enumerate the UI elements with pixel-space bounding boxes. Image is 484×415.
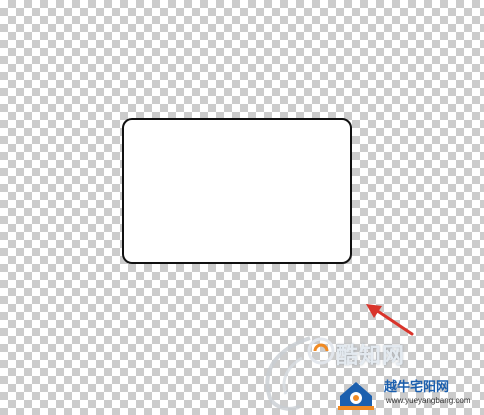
- watermark: 酷知网 越牛宅阳网 www.yueyangbang.com: [265, 318, 484, 415]
- rounded-rectangle-shape[interactable]: [122, 118, 352, 264]
- watermark-site-name-2: 越牛宅阳网: [384, 379, 450, 394]
- watermark-url: www.yueyangbang.com: [386, 396, 471, 405]
- yueyang-logo-icon: [338, 382, 374, 410]
- watermark-site-name: 酷知网: [336, 343, 406, 368]
- canvas[interactable]: 酷知网 越牛宅阳网 www.yueyangbang.com: [0, 0, 484, 415]
- kuzhi-logo-icon: [307, 337, 335, 365]
